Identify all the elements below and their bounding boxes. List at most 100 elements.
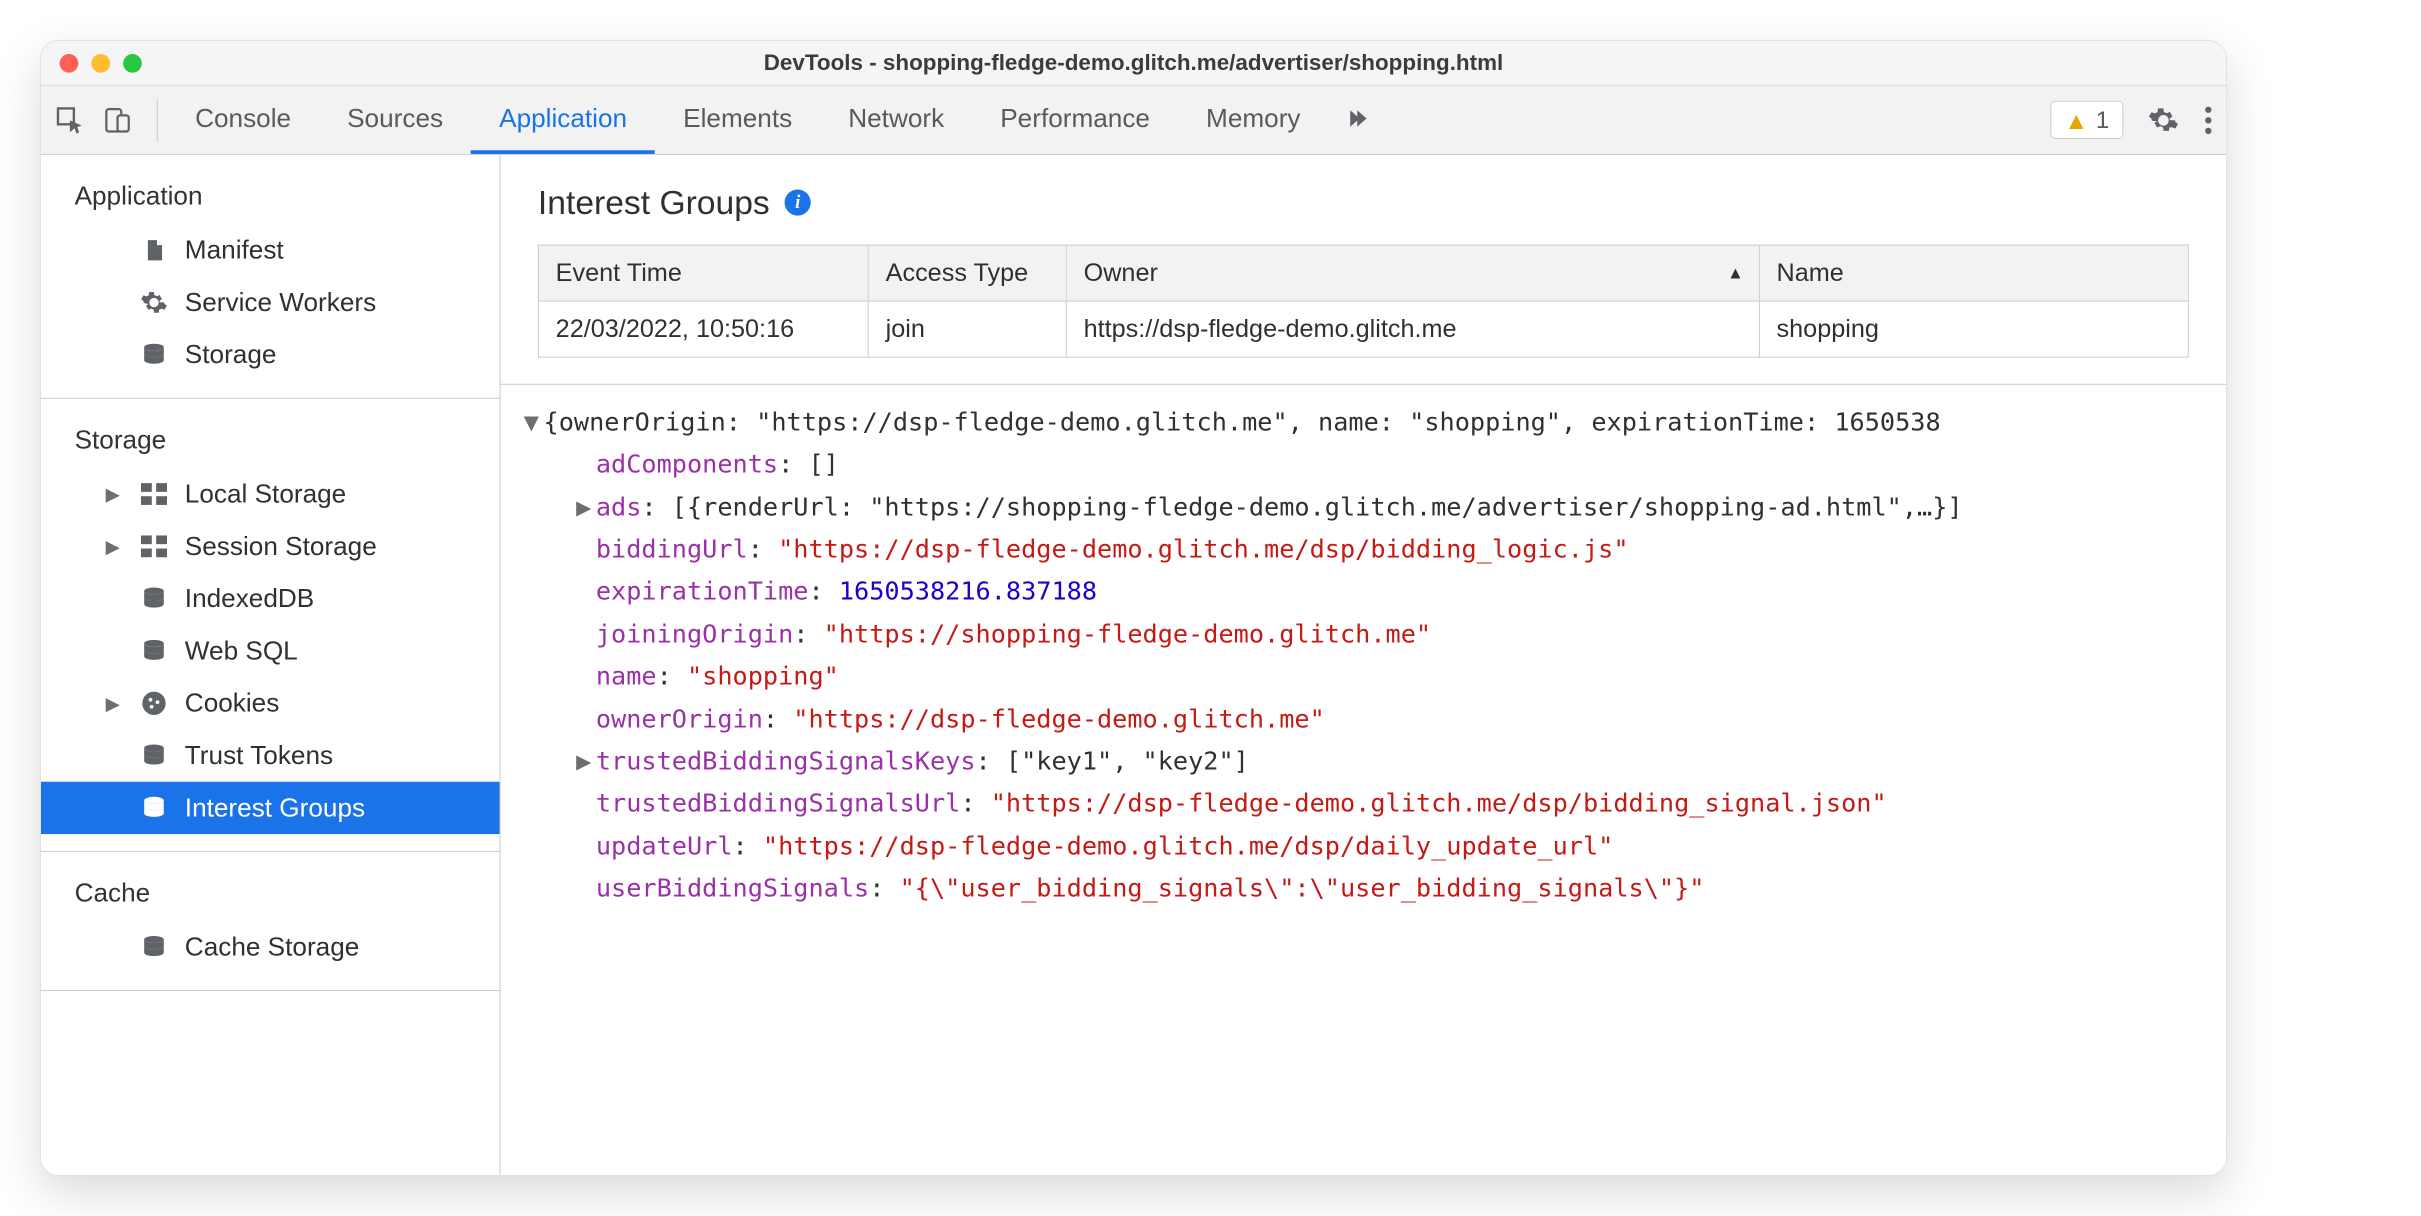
details-row-ads[interactable]: ▶ ads: [{renderUrl: "https://shopping-fl… (519, 486, 2226, 528)
sidebar-item-interest-groups[interactable]: ▶Interest Groups (41, 782, 500, 834)
sidebar-item-label: Web SQL (185, 636, 298, 666)
table-body: 22/03/2022, 10:50:16joinhttps://dsp-fled… (538, 301, 2188, 357)
sidebar-item-label: Cache Storage (185, 932, 360, 962)
disclosure-arrow-right-icon[interactable]: ▶ (572, 486, 596, 528)
more-options-icon[interactable] (2204, 104, 2213, 136)
sidebar-item-label: IndexedDB (185, 584, 314, 614)
tab-network[interactable]: Network (820, 86, 972, 154)
panel-header: Interest Groups i (501, 155, 2226, 245)
events-table-wrapper: Event TimeAccess TypeOwner▲Name 22/03/20… (501, 245, 2226, 358)
details-row-trustedbiddingsignalskeys[interactable]: ▶ trustedBiddingSignalsKeys: ["key1", "k… (519, 741, 2226, 783)
sidebar-item-manifest[interactable]: ▶Manifest (41, 224, 500, 276)
tab-memory[interactable]: Memory (1178, 86, 1329, 154)
sidebar-section-storage: Storage▶Local Storage▶Session Storage▶In… (41, 399, 500, 852)
sidebar-item-trust-tokens[interactable]: ▶Trust Tokens (41, 729, 500, 781)
tab-sources[interactable]: Sources (319, 86, 471, 154)
sidebar-item-local-storage[interactable]: ▶ Local Storage (41, 468, 500, 520)
panel-tabs: ConsoleSourcesApplicationElementsNetwork… (167, 86, 1328, 154)
details-row-updateurl[interactable]: updateUrl: "https://dsp-fledge-demo.glit… (519, 825, 2226, 867)
db-icon (140, 795, 168, 821)
sidebar-item-service-workers[interactable]: ▶Service Workers (41, 276, 500, 328)
sort-indicator-icon: ▲ (1727, 263, 1744, 283)
toolbar-left-icons (54, 86, 151, 154)
interest-group-events-table: Event TimeAccess TypeOwner▲Name 22/03/20… (538, 245, 2189, 358)
window-titlebar: DevTools - shopping-fledge-demo.glitch.m… (41, 41, 2226, 86)
tab-elements[interactable]: Elements (655, 86, 820, 154)
devtools-body: Application▶Manifest▶Service Workers▶Sto… (41, 155, 2226, 1175)
warning-icon: ▲ (2064, 108, 2088, 132)
details-row-expirationtime[interactable]: expirationTime: 1650538216.837188 (519, 571, 2226, 613)
sidebar-item-label: Interest Groups (185, 793, 365, 823)
table-cell: 22/03/2022, 10:50:16 (538, 301, 868, 357)
column-header-name[interactable]: Name (1759, 245, 2188, 301)
device-toolbar-icon[interactable] (103, 104, 133, 136)
disclosure-arrow-right-icon[interactable]: ▶ (103, 482, 124, 505)
sidebar-item-indexeddb[interactable]: ▶IndexedDB (41, 573, 500, 625)
section-title: Cache (41, 869, 500, 921)
grid-icon (140, 483, 168, 505)
sidebar-item-label: Trust Tokens (185, 741, 333, 771)
column-header-owner[interactable]: Owner▲ (1066, 245, 1759, 301)
sidebar-item-web-sql[interactable]: ▶Web SQL (41, 625, 500, 677)
db-icon (140, 743, 168, 769)
sidebar-section-application: Application▶Manifest▶Service Workers▶Sto… (41, 155, 500, 399)
db-icon (140, 586, 168, 612)
table-header-row: Event TimeAccess TypeOwner▲Name (538, 245, 2188, 301)
window-title: DevTools - shopping-fledge-demo.glitch.m… (41, 50, 2226, 76)
details-row-name[interactable]: name: "shopping" (519, 656, 2226, 698)
settings-icon[interactable] (2148, 104, 2180, 136)
sidebar-item-label: Cookies (185, 688, 280, 718)
tab-application[interactable]: Application (471, 86, 655, 154)
column-header-event-time[interactable]: Event Time (538, 245, 868, 301)
inspect-element-icon[interactable] (54, 104, 86, 136)
sidebar-item-cookies[interactable]: ▶ Cookies (41, 677, 500, 729)
section-title: Application (41, 172, 500, 224)
gear-icon (140, 289, 168, 317)
more-tabs-button[interactable] (1329, 86, 1387, 154)
interest-group-details: ▼ {ownerOrigin: "https://dsp-fledge-demo… (501, 384, 2226, 910)
devtools-window: DevTools - shopping-fledge-demo.glitch.m… (40, 40, 2227, 1176)
close-window-button[interactable] (60, 54, 79, 73)
sidebar-item-session-storage[interactable]: ▶Session Storage (41, 520, 500, 572)
warnings-badge[interactable]: ▲ 1 (2050, 101, 2123, 139)
sidebar-item-label: Storage (185, 340, 277, 370)
tab-console[interactable]: Console (167, 86, 319, 154)
disclosure-arrow-right-icon[interactable]: ▶ (103, 692, 124, 715)
maximize-window-button[interactable] (123, 54, 142, 73)
sidebar-item-cache-storage[interactable]: ▶Cache Storage (41, 921, 500, 973)
info-icon[interactable]: i (785, 189, 811, 215)
details-row-adcomponents[interactable]: adComponents: [] (519, 444, 2226, 486)
details-row-userbiddingsignals[interactable]: userBiddingSignals: "{\"user_bidding_sig… (519, 868, 2226, 910)
sidebar-item-label: Local Storage (185, 479, 346, 509)
toolbar-right: ▲ 1 (2050, 101, 2213, 139)
details-summary: {ownerOrigin: "https://dsp-fledge-demo.g… (544, 402, 1941, 444)
table-cell: shopping (1759, 301, 2188, 357)
spacer (572, 444, 596, 486)
disclosure-arrow-right-icon[interactable]: ▶ (103, 535, 124, 558)
main-panel: Interest Groups i Event TimeAccess TypeO… (501, 155, 2226, 1175)
column-header-access-type[interactable]: Access Type (868, 245, 1066, 301)
details-root-row[interactable]: ▼ {ownerOrigin: "https://dsp-fledge-demo… (519, 402, 2226, 444)
toolbar-divider (157, 98, 158, 141)
table-cell: https://dsp-fledge-demo.glitch.me (1066, 301, 1759, 357)
section-title: Storage (41, 416, 500, 468)
sidebar-item-label: Service Workers (185, 288, 376, 318)
table-row[interactable]: 22/03/2022, 10:50:16joinhttps://dsp-fled… (538, 301, 2188, 357)
disclosure-arrow-down-icon[interactable]: ▼ (519, 402, 543, 444)
sidebar-item-label: Manifest (185, 235, 284, 265)
sidebar-section-cache: Cache▶Cache Storage (41, 852, 500, 991)
details-row-ownerorigin[interactable]: ownerOrigin: "https://dsp-fledge-demo.gl… (519, 698, 2226, 740)
panel-heading: Interest Groups (538, 183, 770, 222)
devtools-toolbar: ConsoleSourcesApplicationElementsNetwork… (41, 86, 2226, 155)
disclosure-arrow-right-icon[interactable]: ▶ (572, 741, 596, 783)
minimize-window-button[interactable] (91, 54, 110, 73)
db-icon (140, 342, 168, 368)
details-row-joiningorigin[interactable]: joiningOrigin: "https://shopping-fledge-… (519, 613, 2226, 655)
application-sidebar: Application▶Manifest▶Service Workers▶Sto… (41, 155, 501, 1175)
details-row-trustedbiddingsignalsurl[interactable]: trustedBiddingSignalsUrl: "https://dsp-f… (519, 783, 2226, 825)
sidebar-item-storage[interactable]: ▶Storage (41, 329, 500, 381)
table-cell: join (868, 301, 1066, 357)
tab-performance[interactable]: Performance (972, 86, 1178, 154)
traffic-lights (60, 54, 142, 73)
details-row-biddingurl[interactable]: biddingUrl: "https://dsp-fledge-demo.gli… (519, 529, 2226, 571)
